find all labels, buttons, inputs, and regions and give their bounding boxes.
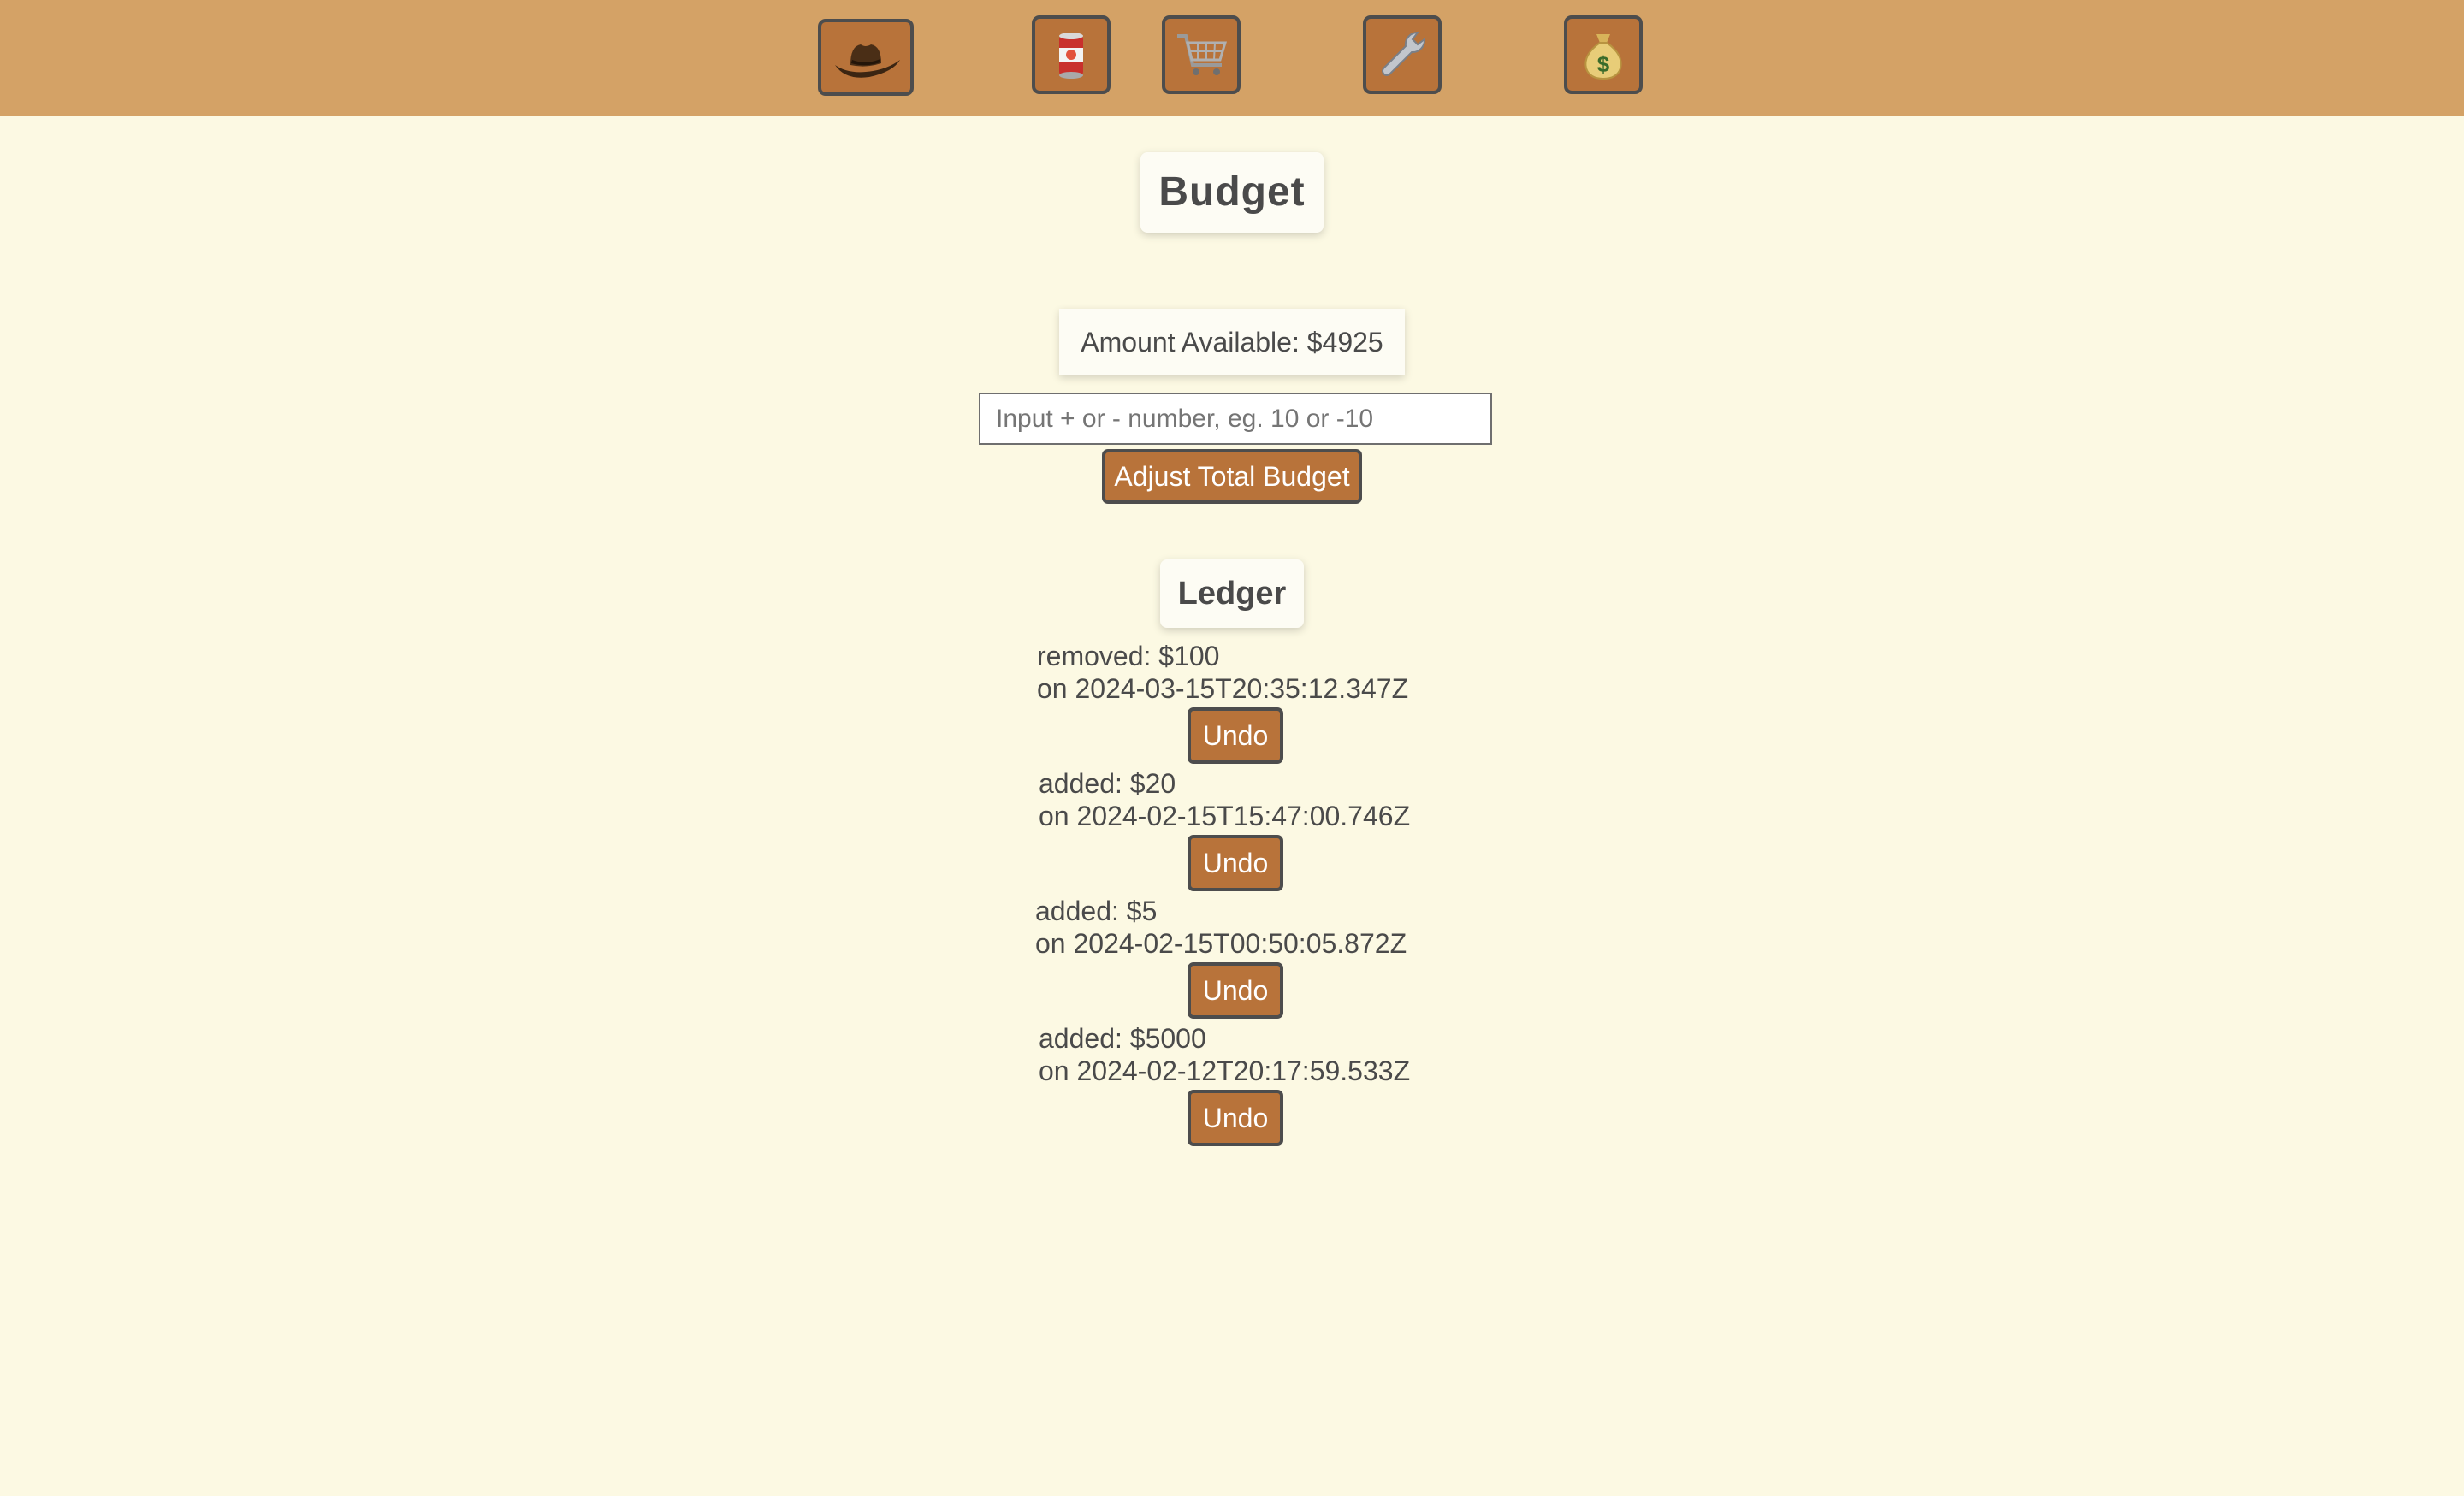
ledger-entry-date: on 2024-02-15T00:50:05.872Z (1035, 928, 1407, 959)
ledger-entry-action: removed: $100 (1037, 641, 1220, 671)
ledger-entry-date: on 2024-02-12T20:17:59.533Z (1039, 1055, 1411, 1086)
amount-available: Amount Available: $4925 (1059, 309, 1405, 375)
undo-button[interactable]: Undo (1188, 835, 1283, 891)
page-title: Budget (1140, 152, 1324, 233)
ledger-entry-date: on 2024-02-15T15:47:00.746Z (1039, 801, 1411, 831)
nav-button-hat[interactable] (818, 19, 914, 96)
budget-adjust-input[interactable] (979, 393, 1492, 445)
undo-button[interactable]: Undo (1188, 707, 1283, 764)
nav-button-money[interactable]: $ (1564, 15, 1643, 94)
money-bag-icon: $ (1584, 34, 1622, 80)
ledger-title: Ledger (1160, 559, 1304, 628)
ledger-entry-action: added: $5 (1035, 896, 1158, 926)
nav-button-cart[interactable] (1162, 15, 1241, 94)
svg-text:$: $ (1597, 51, 1610, 77)
undo-button[interactable]: Undo (1188, 962, 1283, 1019)
ledger-entry-action: added: $5000 (1039, 1023, 1206, 1054)
undo-button[interactable]: Undo (1188, 1090, 1283, 1146)
ledger-entry-action: added: $20 (1039, 768, 1176, 799)
wrench-icon (1382, 31, 1426, 76)
adjust-total-budget-button[interactable]: Adjust Total Budget (1102, 449, 1362, 504)
ledger-entry-date: on 2024-03-15T20:35:12.347Z (1037, 673, 1409, 704)
cowboy-hat-icon (835, 44, 900, 78)
nav-button-can[interactable] (1032, 15, 1111, 94)
shopping-cart-icon (1177, 34, 1228, 75)
can-icon (1059, 33, 1083, 79)
nav-button-wrench[interactable] (1363, 15, 1442, 94)
top-nav-bar: $ (0, 0, 2464, 116)
